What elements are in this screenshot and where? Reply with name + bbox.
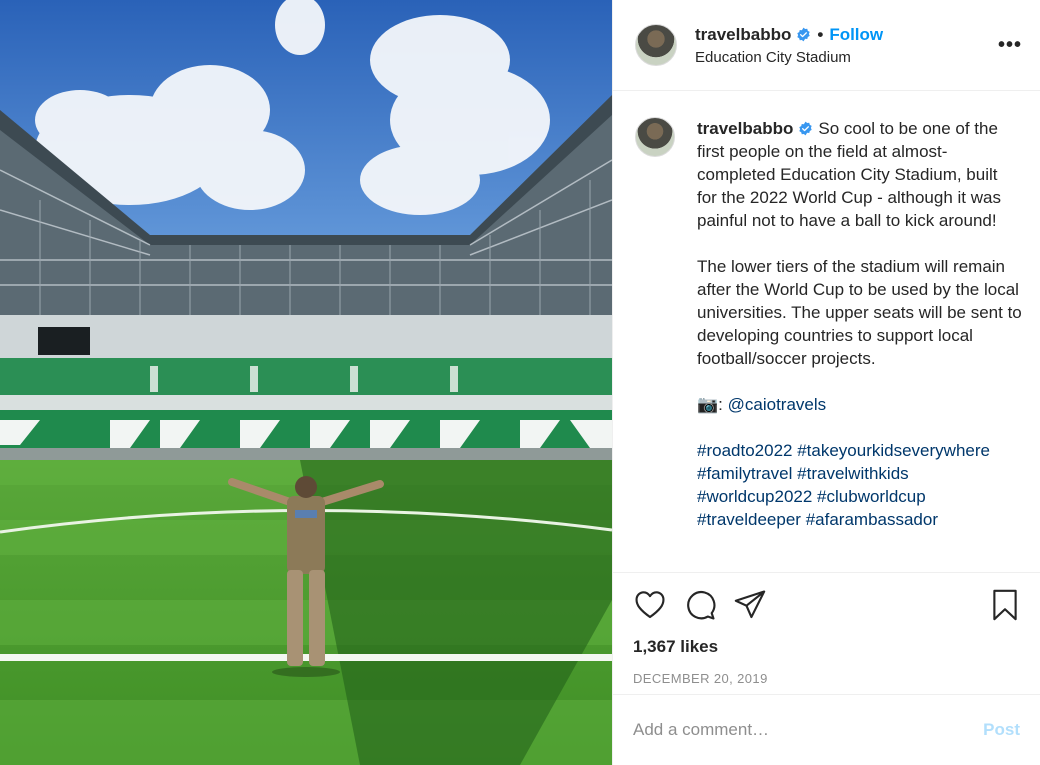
caption-username[interactable]: travelbabbo [697, 119, 793, 138]
share-icon[interactable] [733, 588, 767, 622]
post-header: travelbabbo • Follow Education City Stad… [613, 0, 1040, 91]
credit-mention-link[interactable]: @caiotravels [728, 395, 827, 414]
post-actions: 1,367 likes DECEMBER 20, 2019 [613, 572, 1040, 694]
verified-badge-icon [799, 121, 813, 136]
comments-area[interactable]: travelbabbo So cool to be one of the fir… [613, 91, 1040, 572]
post-date[interactable]: DECEMBER 20, 2019 [633, 671, 1022, 686]
comment-bar: Post [613, 694, 1040, 765]
likes-count[interactable]: 1,367 likes [633, 637, 1022, 657]
post-location[interactable]: Education City Stadium [695, 49, 883, 66]
post-side-panel: travelbabbo • Follow Education City Stad… [612, 0, 1040, 765]
comment-icon[interactable] [683, 588, 717, 622]
heart-icon[interactable] [633, 588, 667, 622]
photo-credit: 📷: @caiotravels [697, 393, 1022, 416]
verified-badge-icon [797, 27, 811, 42]
hashtag-link[interactable]: #afarambassador [806, 510, 938, 529]
author-info: travelbabbo • Follow Education City Stad… [695, 25, 883, 66]
separator-dot: • [817, 24, 824, 44]
caption-avatar[interactable] [635, 117, 675, 157]
hashtag-link[interactable]: #roadto2022 [697, 441, 792, 460]
caption-paragraph: The lower tiers of the stadium will rema… [697, 257, 1022, 368]
caption: travelbabbo So cool to be one of the fir… [635, 117, 1022, 554]
author-username[interactable]: travelbabbo [695, 25, 791, 45]
hashtag-link[interactable]: #worldcup2022 [697, 487, 812, 506]
comment-input[interactable] [633, 720, 984, 740]
more-options-button[interactable]: ••• [998, 34, 1022, 57]
post-photo[interactable] [0, 0, 612, 765]
follow-button[interactable]: Follow [829, 25, 883, 45]
camera-icon: 📷: [697, 395, 728, 414]
hashtags: #roadto2022 #takeyourkidseverywhere #fam… [697, 439, 1022, 531]
bookmark-icon[interactable] [988, 588, 1022, 622]
action-icons [633, 587, 1022, 623]
post-comment-button[interactable]: Post [983, 720, 1020, 740]
author-avatar[interactable] [635, 24, 677, 66]
hashtag-link[interactable]: #takeyourkidseverywhere [797, 441, 990, 460]
hashtag-link[interactable]: #travelwithkids [797, 464, 909, 483]
hashtag-link[interactable]: #clubworldcup [817, 487, 926, 506]
hashtag-link[interactable]: #traveldeeper [697, 510, 801, 529]
hashtag-link[interactable]: #familytravel [697, 464, 792, 483]
caption-text: travelbabbo So cool to be one of the fir… [697, 117, 1022, 554]
stadium-photo [0, 0, 612, 765]
instagram-post: travelbabbo • Follow Education City Stad… [0, 0, 1040, 765]
